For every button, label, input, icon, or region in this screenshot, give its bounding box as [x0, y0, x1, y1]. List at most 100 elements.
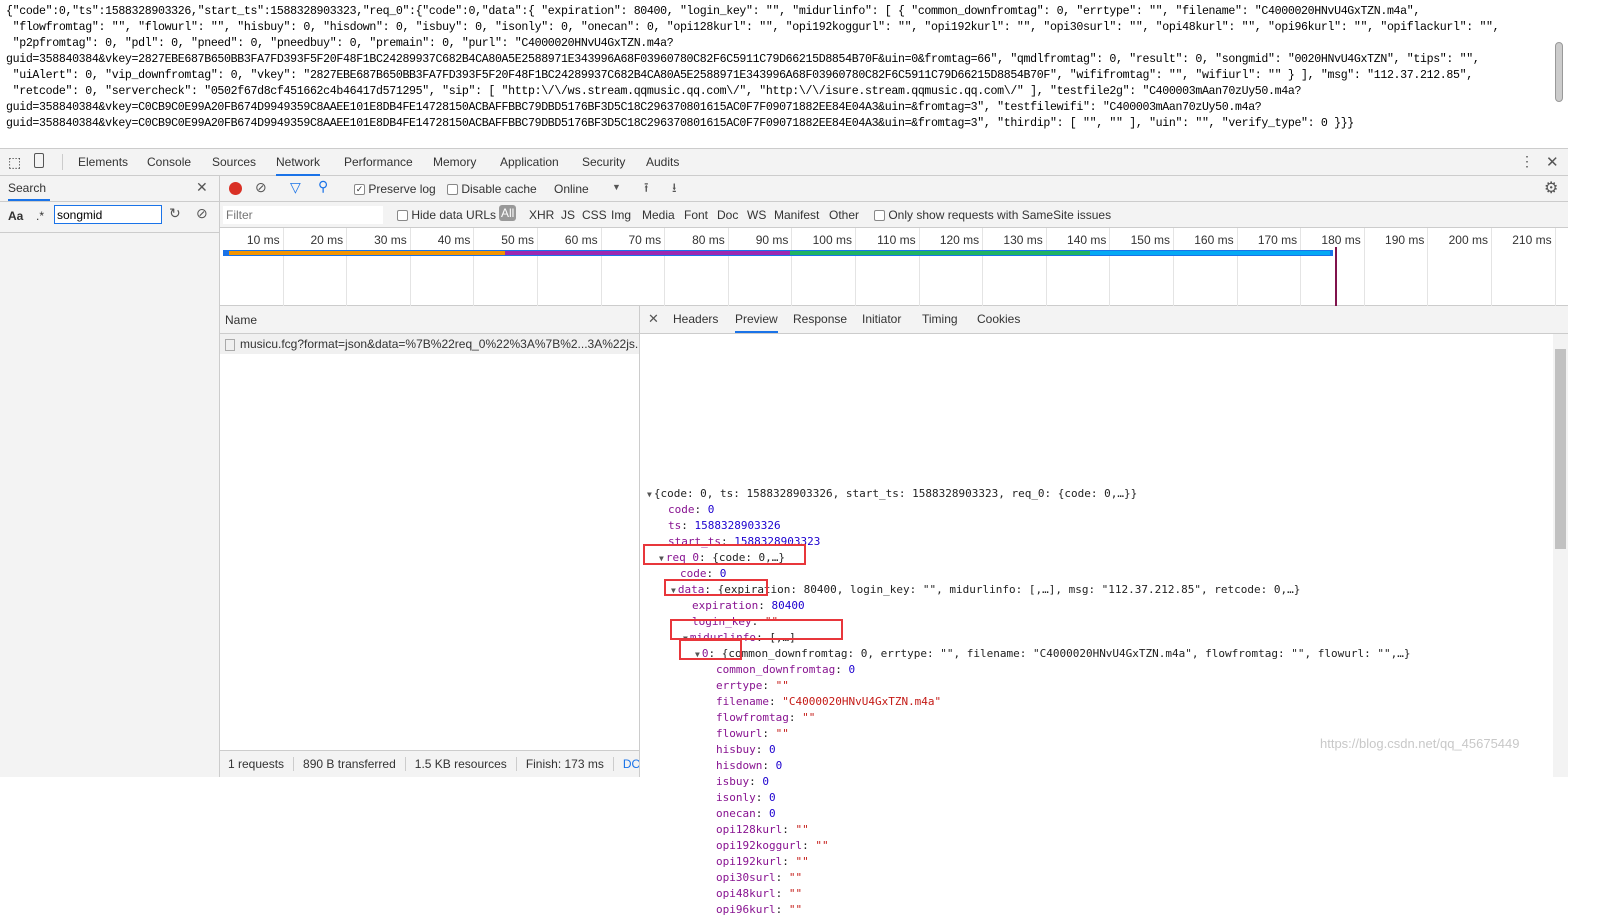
preview-scrollbar[interactable]: [1553, 334, 1568, 777]
timeline-tick: 210 ms: [1492, 228, 1556, 306]
samesite-checkbox[interactable]: [874, 210, 885, 222]
preserve-log-checkbox[interactable]: ✓: [354, 184, 365, 196]
page-scrollbar[interactable]: [1555, 42, 1563, 102]
timeline-tick: 100 ms: [792, 228, 856, 306]
timeline-tick: 200 ms: [1428, 228, 1492, 306]
document-icon: [225, 338, 235, 351]
request-list: Name musicu.fcg?format=json&data=%7B%22r…: [220, 306, 640, 777]
tree-summary: {expiration: 80400, login_key: "", midur…: [717, 583, 1301, 596]
tree-node: opi128kurl: "": [716, 823, 809, 836]
filter-bar: Hide data URLs All XHR JS CSS Img Media Font Do…: [220, 202, 1568, 228]
tab-performance[interactable]: Performance: [344, 155, 413, 169]
timeline-tick: 150 ms: [1110, 228, 1174, 306]
tab-audits[interactable]: Audits: [646, 155, 679, 169]
tree-value: 1588328903326: [694, 519, 781, 532]
search-icon[interactable]: ⚲: [318, 178, 328, 195]
tree-key: hisbuy: [716, 743, 756, 756]
tree-node: ts: 1588328903326: [668, 519, 781, 532]
hide-data-urls-checkbox[interactable]: [397, 210, 408, 222]
inspect-element-icon[interactable]: ⬚: [8, 154, 21, 171]
preview-tab-response[interactable]: Response: [793, 312, 847, 326]
tab-sources[interactable]: Sources: [212, 155, 256, 169]
search-input[interactable]: [54, 205, 162, 224]
tab-security[interactable]: Security: [582, 155, 625, 169]
close-detail-icon[interactable]: ✕: [648, 311, 659, 327]
preview-tab-headers[interactable]: Headers: [673, 312, 718, 326]
type-filter-xhr[interactable]: XHR: [529, 208, 554, 222]
tree-key: flowfromtag: [716, 711, 789, 724]
regex-toggle[interactable]: .*: [36, 209, 44, 223]
tree-key: expiration: [692, 599, 759, 612]
match-case-toggle[interactable]: Aa: [8, 209, 23, 223]
type-filter-font[interactable]: Font: [684, 208, 708, 222]
raw-line: "retcode": 0, "servercheck": "0502f67d8c…: [6, 85, 1302, 98]
timeline-tick: 190 ms: [1365, 228, 1429, 306]
tree-value: "C4000020HNvU4GxTZN.m4a": [782, 695, 942, 708]
tree-node[interactable]: ▼ {code: 0, ts: 1588328903326, start_ts: …: [647, 487, 1137, 500]
tab-application[interactable]: Application: [500, 155, 559, 169]
record-button[interactable]: [229, 182, 242, 195]
tree-node: errtype: "": [716, 679, 789, 692]
preview-tab-timing[interactable]: Timing: [922, 312, 958, 326]
clear-search-icon[interactable]: ⊘: [196, 205, 208, 222]
tab-memory[interactable]: Memory: [433, 155, 476, 169]
type-filter-ws[interactable]: WS: [747, 208, 766, 222]
tree-node: isbuy: 0: [716, 775, 769, 788]
preview-tab-preview[interactable]: Preview: [735, 312, 778, 333]
type-filter-manifest[interactable]: Manifest: [774, 208, 819, 222]
highlight-box: [679, 639, 742, 660]
timeline-tick: 110 ms: [856, 228, 920, 306]
chevron-down-icon[interactable]: ▼: [612, 182, 621, 192]
tree-value: 0: [775, 759, 783, 772]
export-har-icon[interactable]: ⭳: [672, 179, 677, 201]
type-filter-all[interactable]: All: [499, 205, 517, 221]
close-search-icon[interactable]: ✕: [196, 179, 208, 196]
tree-summary: {code: 0, ts: 1588328903326, start_ts: 1…: [653, 487, 1138, 500]
device-toolbar-icon[interactable]: [34, 153, 44, 168]
filter-input[interactable]: [223, 206, 383, 224]
tree-node: opi48kurl: "": [716, 887, 803, 900]
type-filter-img[interactable]: Img: [611, 208, 631, 222]
status-item: 890 B transferred: [303, 757, 406, 771]
timeline-tick: 180 ms: [1301, 228, 1365, 306]
type-filter-media[interactable]: Media: [642, 208, 675, 222]
refresh-search-icon[interactable]: ↻: [169, 205, 181, 222]
preview-tab-cookies[interactable]: Cookies: [977, 312, 1020, 326]
close-devtools-icon[interactable]: ✕: [1546, 153, 1559, 171]
raw-line: guid=358840384&vkey=C0CB9C0E99A20FB674D9…: [6, 101, 1262, 114]
highlight-box: [670, 619, 843, 640]
type-filter-js[interactable]: JS: [561, 208, 575, 222]
type-filter-css[interactable]: CSS: [582, 208, 607, 222]
request-row[interactable]: musicu.fcg?format=json&data=%7B%22req_0%…: [220, 334, 639, 354]
tree-node: common_downfromtag: 0: [716, 663, 856, 676]
timeline-tick: 170 ms: [1238, 228, 1302, 306]
type-filter-other[interactable]: Other: [829, 208, 859, 222]
tree-key: common_downfromtag: [716, 663, 836, 676]
type-filter-doc[interactable]: Doc: [717, 208, 738, 222]
status-bar: 1 requests 890 B transferred 1.5 KB resour…: [220, 750, 639, 777]
raw-json-response: {"code":0,"ts":1588328903326,"start_ts":…: [6, 4, 1546, 132]
filter-icon[interactable]: ▽: [290, 179, 301, 196]
preview-tab-initiator[interactable]: Initiator: [862, 312, 901, 326]
devtools-tab-bar: ⬚ Elements Console Sources Network Performan…: [0, 149, 1568, 176]
raw-line: "p2pfromtag": 0, "pdl": 0, "pneed": 0, "…: [6, 37, 674, 50]
devtools-panel: ⬚ Elements Console Sources Network Performan…: [0, 148, 1568, 916]
more-options-icon[interactable]: ⋮: [1520, 153, 1534, 170]
tree-value: "": [788, 887, 803, 900]
gear-icon[interactable]: ⚙: [1544, 178, 1558, 198]
tree-value: "": [802, 711, 816, 724]
disable-cache-checkbox[interactable]: [447, 184, 458, 196]
tree-node[interactable]: ▼ 0: {common_downfromtag: 0, errtype: "",…: [695, 647, 1410, 660]
tree-key: opi128kurl: [716, 823, 783, 836]
tab-console[interactable]: Console: [147, 155, 191, 169]
tab-network[interactable]: Network: [276, 155, 321, 176]
name-column-header[interactable]: Name: [220, 306, 639, 334]
throttle-select[interactable]: Online: [554, 182, 589, 196]
preview-pane: ✕ Headers Preview Response Initiator Timing C…: [640, 306, 1568, 916]
clear-icon[interactable]: ⊘: [255, 179, 267, 196]
import-har-icon[interactable]: ⭱: [644, 179, 649, 201]
timeline-overview[interactable]: 10 ms 20 ms 30 ms 40 ms 50 ms 60 ms 70 ms 80 ms…: [220, 228, 1568, 306]
expand-triangle-icon[interactable]: ▼: [647, 490, 652, 499]
tab-elements[interactable]: Elements: [78, 155, 128, 169]
raw-line: "flowfromtag": "", "flowurl": "", "hisbu…: [6, 21, 1500, 34]
